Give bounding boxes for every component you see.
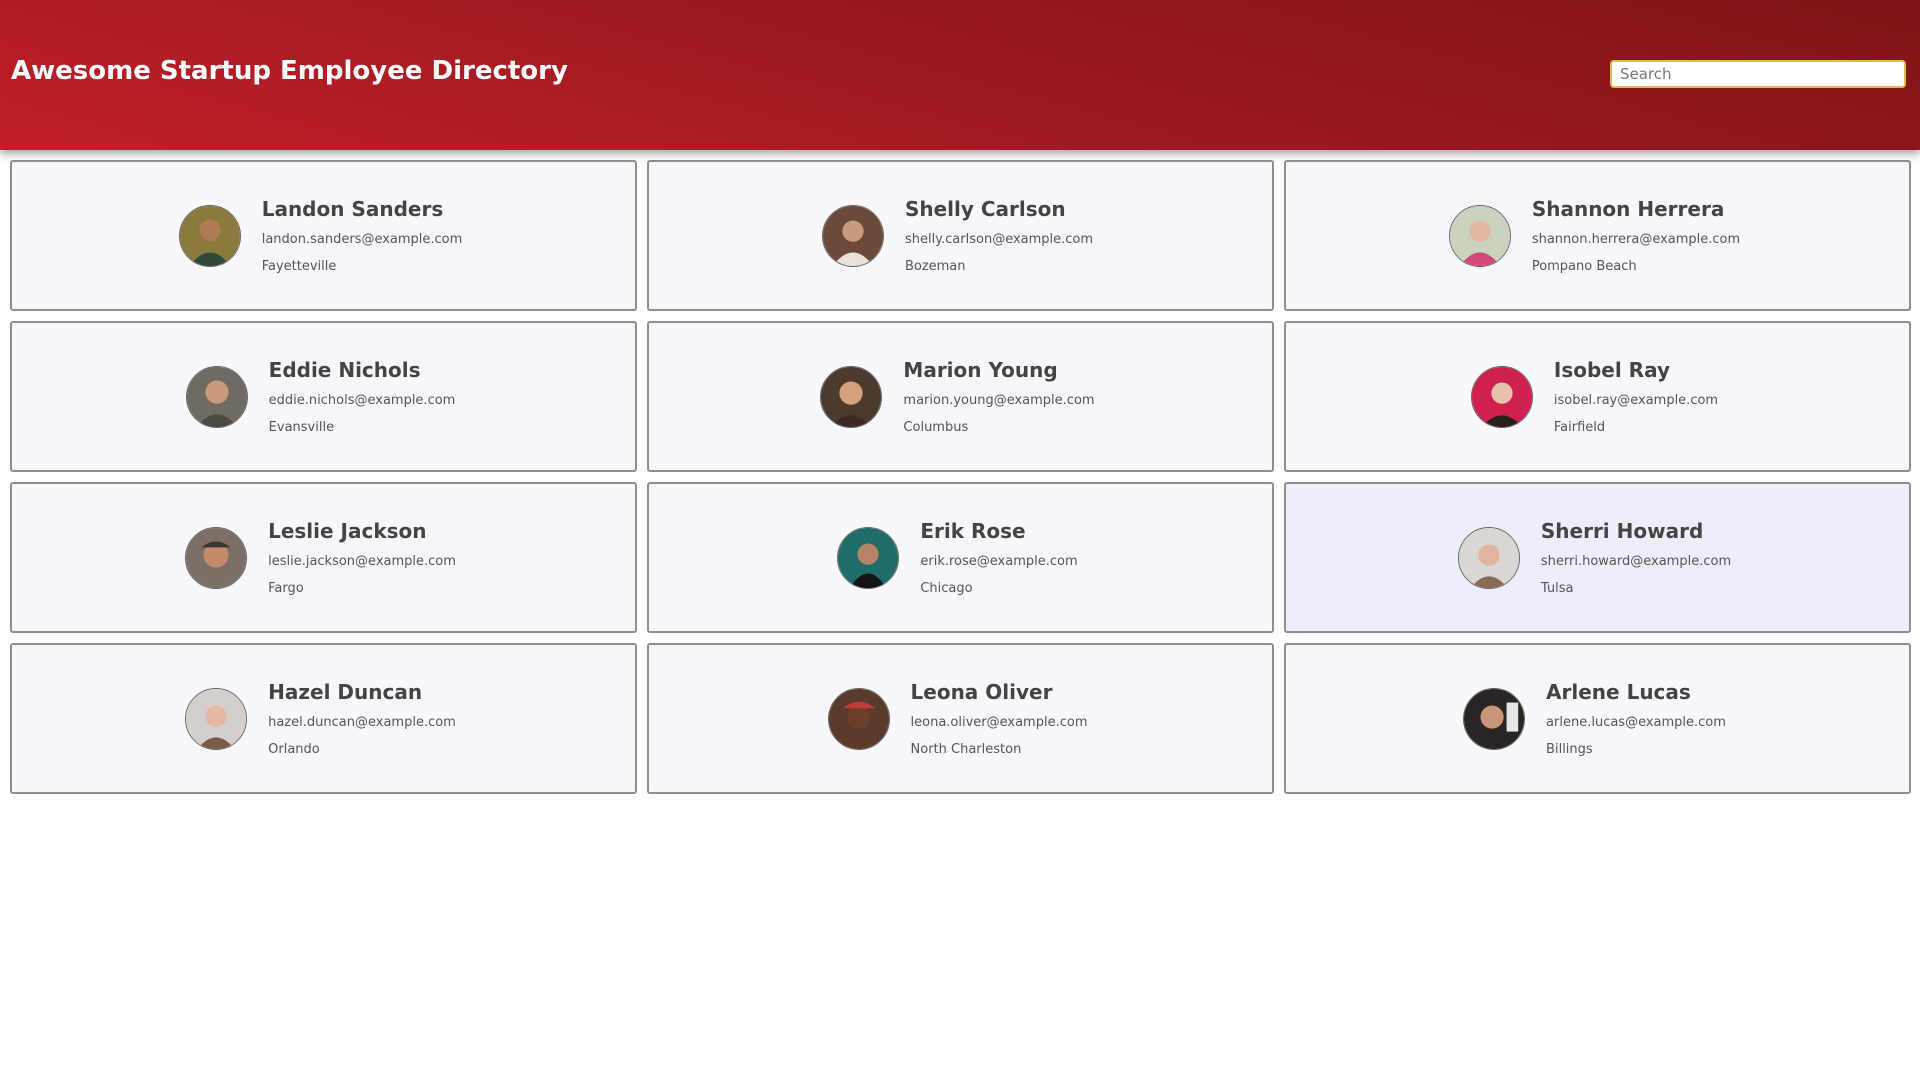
employee-info: Eddie Nichols eddie.nichols@example.com … (269, 358, 456, 436)
employee-card[interactable]: Eddie Nichols eddie.nichols@example.com … (10, 321, 637, 472)
card-content: Eddie Nichols eddie.nichols@example.com … (185, 358, 456, 436)
search-input[interactable] (1610, 60, 1906, 88)
employee-info: Erik Rose erik.rose@example.com Chicago (920, 519, 1077, 597)
avatar-photo-icon (1457, 526, 1520, 589)
employee-city: Evansville (268, 419, 335, 435)
employee-email: eddie.nichols@example.com (268, 392, 456, 408)
employee-email: marion.young@example.com (903, 392, 1095, 408)
employee-name: Sherri Howard (1540, 518, 1704, 543)
page-header: Awesome Startup Employee Directory (0, 0, 1920, 150)
employee-info: Landon Sanders landon.sanders@example.co… (262, 197, 463, 275)
employee-name: Shannon Herrera (1531, 196, 1725, 221)
card-content: Landon Sanders landon.sanders@example.co… (178, 197, 463, 275)
employee-info: Hazel Duncan hazel.duncan@example.com Or… (268, 680, 456, 758)
employee-card[interactable]: Marion Young marion.young@example.com Co… (647, 321, 1274, 472)
employee-name: Leslie Jackson (268, 518, 427, 543)
avatar-photo-icon (1448, 204, 1511, 267)
employee-city: Pompano Beach (1531, 258, 1637, 274)
employee-card[interactable]: Isobel Ray isobel.ray@example.com Fairfi… (1284, 321, 1911, 472)
employee-email: isobel.ray@example.com (1553, 392, 1719, 408)
page-title: Awesome Startup Employee Directory (11, 56, 568, 86)
employee-info: Sherri Howard sherri.howard@example.com … (1541, 519, 1731, 597)
employee-email: leslie.jackson@example.com (268, 553, 456, 569)
employee-email: shelly.carlson@example.com (904, 231, 1094, 247)
card-content: Leslie Jackson leslie.jackson@example.co… (185, 519, 456, 597)
employee-info: Shelly Carlson shelly.carlson@example.co… (905, 197, 1093, 275)
employee-card[interactable]: Leslie Jackson leslie.jackson@example.co… (10, 482, 637, 633)
avatar-photo-icon (1470, 365, 1533, 428)
employee-city: Billings (1546, 741, 1593, 757)
employee-email: hazel.duncan@example.com (268, 714, 456, 730)
employee-card[interactable]: Leona Oliver leona.oliver@example.com No… (647, 643, 1274, 794)
card-content: Isobel Ray isobel.ray@example.com Fairfi… (1470, 358, 1718, 436)
employee-name: Marion Young (903, 357, 1058, 382)
employee-card[interactable]: Shelly Carlson shelly.carlson@example.co… (647, 160, 1274, 311)
card-content: Erik Rose erik.rose@example.com Chicago (837, 519, 1078, 597)
employee-name: Hazel Duncan (268, 679, 423, 704)
employee-email: arlene.lucas@example.com (1546, 714, 1726, 730)
employee-email: shannon.herrera@example.com (1531, 231, 1741, 247)
employee-card[interactable]: Shannon Herrera shannon.herrera@example.… (1284, 160, 1911, 311)
card-content: Leona Oliver leona.oliver@example.com No… (827, 680, 1088, 758)
employee-city: Columbus (903, 419, 969, 435)
employee-email: erik.rose@example.com (920, 553, 1078, 569)
avatar-photo-icon (178, 204, 241, 267)
employee-city: Fargo (268, 580, 304, 596)
avatar-photo-icon (820, 365, 883, 428)
avatar-photo-icon (827, 687, 890, 750)
card-content: Sherri Howard sherri.howard@example.com … (1457, 519, 1731, 597)
avatar-photo-icon (185, 687, 248, 750)
employee-info: Isobel Ray isobel.ray@example.com Fairfi… (1554, 358, 1718, 436)
card-content: Shannon Herrera shannon.herrera@example.… (1448, 197, 1740, 275)
employee-email: leona.oliver@example.com (910, 714, 1088, 730)
employee-city: Orlando (268, 741, 320, 757)
avatar-photo-icon (185, 365, 248, 428)
employee-city: North Charleston (910, 741, 1022, 757)
employee-name: Erik Rose (920, 518, 1026, 543)
employee-card[interactable]: Hazel Duncan hazel.duncan@example.com Or… (10, 643, 637, 794)
avatar-photo-icon (185, 526, 248, 589)
employee-city: Fayetteville (261, 258, 337, 274)
employee-info: Leslie Jackson leslie.jackson@example.co… (268, 519, 456, 597)
employee-city: Fairfield (1553, 419, 1606, 435)
avatar-photo-icon (1463, 687, 1526, 750)
card-content: Shelly Carlson shelly.carlson@example.co… (821, 197, 1093, 275)
employee-name: Arlene Lucas (1546, 679, 1691, 704)
card-content: Hazel Duncan hazel.duncan@example.com Or… (185, 680, 456, 758)
employee-name: Shelly Carlson (904, 196, 1066, 221)
employee-grid: Landon Sanders landon.sanders@example.co… (10, 160, 1911, 794)
employee-email: landon.sanders@example.com (261, 231, 463, 247)
employee-card[interactable]: Sherri Howard sherri.howard@example.com … (1284, 482, 1911, 633)
employee-name: Leona Oliver (910, 679, 1053, 704)
employee-city: Tulsa (1540, 580, 1574, 596)
avatar-photo-icon (821, 204, 884, 267)
employee-info: Arlene Lucas arlene.lucas@example.com Bi… (1546, 680, 1726, 758)
card-content: Marion Young marion.young@example.com Co… (820, 358, 1095, 436)
card-content: Arlene Lucas arlene.lucas@example.com Bi… (1463, 680, 1726, 758)
employee-name: Landon Sanders (261, 196, 444, 221)
employee-card[interactable]: Erik Rose erik.rose@example.com Chicago (647, 482, 1274, 633)
employee-card[interactable]: Arlene Lucas arlene.lucas@example.com Bi… (1284, 643, 1911, 794)
employee-email: sherri.howard@example.com (1540, 553, 1732, 569)
employee-city: Bozeman (904, 258, 966, 274)
avatar-photo-icon (837, 526, 900, 589)
employee-info: Marion Young marion.young@example.com Co… (903, 358, 1094, 436)
employee-name: Eddie Nichols (268, 357, 421, 382)
employee-info: Leona Oliver leona.oliver@example.com No… (911, 680, 1088, 758)
employee-name: Isobel Ray (1553, 357, 1670, 382)
employee-city: Chicago (920, 580, 973, 596)
employee-card[interactable]: Landon Sanders landon.sanders@example.co… (10, 160, 637, 311)
employee-info: Shannon Herrera shannon.herrera@example.… (1532, 197, 1740, 275)
